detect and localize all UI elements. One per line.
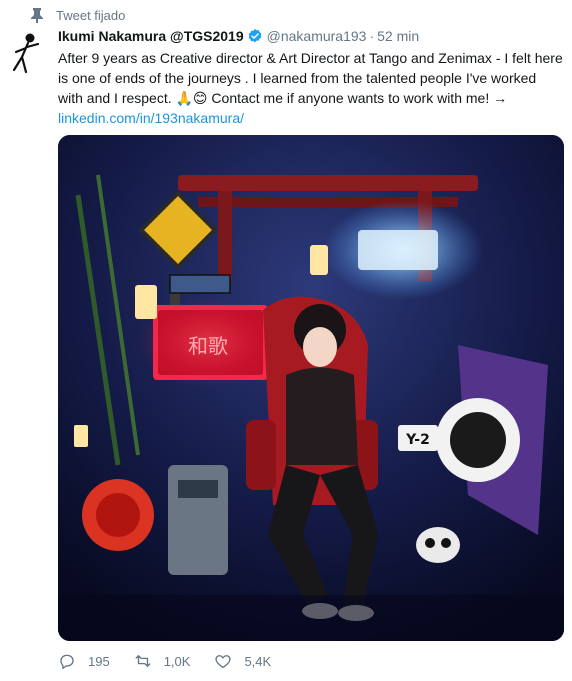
tweet-body: After 9 years as Creative director & Art… (58, 50, 563, 106)
tweet-content: Ikumi Nakamura @TGS2019 @nakamura193 · 5… (58, 26, 564, 128)
tweet-timestamp[interactable]: 52 min (377, 26, 419, 46)
pin-icon (31, 8, 43, 23)
heart-icon (215, 655, 232, 669)
stick-figure-avatar-icon (12, 33, 40, 74)
badge-text: Y-2 (405, 432, 430, 448)
avatar[interactable] (4, 30, 50, 76)
author-name[interactable]: Ikumi Nakamura @TGS2019 (58, 26, 244, 46)
profile-link[interactable]: linkedin.com/in/193nakamura/ (58, 110, 244, 126)
tweet-text: After 9 years as Creative director & Art… (58, 48, 564, 128)
tweet-header: Ikumi Nakamura @TGS2019 @nakamura193 · 5… (58, 26, 564, 46)
like-button[interactable]: 5,4K (214, 652, 271, 670)
tweet-actions: 195 1,0K 5,4K (58, 652, 295, 670)
illustration-artwork: 和歌 Y-2 (58, 135, 564, 641)
reply-button[interactable]: 195 (58, 652, 110, 670)
pinned-indicator: Tweet fijado (30, 6, 125, 24)
like-count: 5,4K (244, 653, 272, 669)
retweet-count: 1,0K (163, 653, 191, 669)
retweet-button[interactable]: 1,0K (134, 652, 191, 670)
header-separator: · (369, 28, 375, 44)
verified-badge-icon (248, 29, 261, 43)
reply-icon (60, 654, 74, 669)
pinned-label: Tweet fijado (56, 7, 126, 23)
author-handle[interactable]: @nakamura193 (267, 26, 367, 46)
reply-count: 195 (88, 653, 110, 669)
retweet-icon (135, 655, 151, 667)
tweet-image[interactable]: 和歌 Y-2 (58, 135, 564, 641)
